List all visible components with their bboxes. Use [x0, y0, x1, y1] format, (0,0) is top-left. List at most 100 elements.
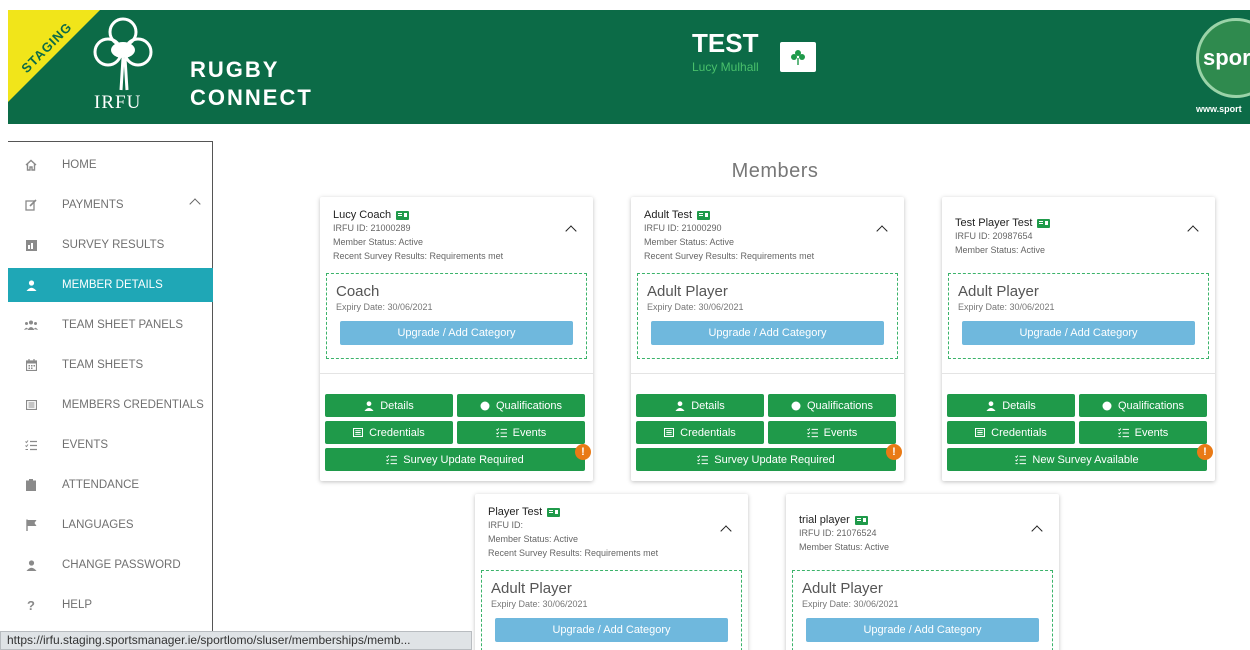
chevron-up-icon[interactable]: [1031, 525, 1043, 537]
app-name-line2: CONNECT: [190, 85, 313, 110]
app-header: STAGING IRFU RUGBY CONNECT TEST Lucy Mul…: [8, 10, 1250, 124]
list-icon: [975, 428, 986, 437]
member-name: Lucy Coach: [333, 209, 392, 221]
upgrade-category-button[interactable]: Upgrade / Add Category: [340, 321, 573, 345]
expiry-date: Expiry Date: 30/06/2021: [336, 302, 433, 312]
app-name: RUGBY CONNECT: [190, 56, 313, 112]
chevron-up-icon[interactable]: [1187, 225, 1199, 237]
sidebar-item-label: TEAM SHEETS: [62, 359, 144, 371]
category-box: Adult Player Expiry Date: 30/06/2021 Upg…: [948, 273, 1209, 359]
events-button[interactable]: Events: [768, 421, 896, 444]
member-name: Adult Test: [644, 209, 693, 221]
irfu-id: IRFU ID: 21000290: [644, 223, 722, 233]
category-box: Adult Player Expiry Date: 30/06/2021 Upg…: [637, 273, 898, 359]
shamrock-logo-icon[interactable]: [88, 14, 158, 92]
user-icon: [24, 559, 38, 571]
member-status: Member Status: Active: [488, 534, 579, 544]
member-status: Member Status: Active: [644, 237, 735, 247]
sportsmanager-logo[interactable]: sport: [1196, 18, 1250, 98]
member-card: Test Player Test IRFU ID: 20987654 Membe…: [942, 197, 1215, 481]
sidebar-item-label: HELP: [62, 599, 93, 611]
chart-icon: [24, 239, 38, 251]
sidebar-item-change-password[interactable]: CHANGE PASSWORD: [8, 548, 213, 582]
qualifications-button[interactable]: Qualifications: [457, 394, 585, 417]
id-card-icon[interactable]: [396, 210, 410, 220]
survey-button[interactable]: New Survey Available: [947, 448, 1207, 471]
events-label: Events: [823, 426, 858, 439]
sidebar-item-home[interactable]: HOME: [8, 148, 213, 182]
credentials-button[interactable]: Credentials: [636, 421, 764, 444]
alert-icon: !: [575, 444, 591, 460]
qualifications-label: Qualifications: [495, 399, 563, 412]
sidebar-item-survey-results[interactable]: SURVEY RESULTS: [8, 228, 213, 262]
member-name: Test Player Test: [955, 217, 1033, 229]
events-button[interactable]: Events: [1079, 421, 1207, 444]
id-card-icon[interactable]: [547, 507, 561, 517]
sidebar-item-label: HOME: [62, 159, 97, 171]
list-icon: [24, 400, 38, 410]
checklist-icon: [495, 427, 507, 438]
sidebar-item-label: PAYMENTS: [62, 199, 124, 211]
events-button[interactable]: Events: [457, 421, 585, 444]
upgrade-category-button[interactable]: Upgrade / Add Category: [962, 321, 1195, 345]
sidebar-item-team-sheets[interactable]: TEAM SHEETS: [8, 348, 213, 382]
details-label: Details: [691, 399, 725, 412]
credentials-button[interactable]: Credentials: [947, 421, 1075, 444]
upgrade-category-button[interactable]: Upgrade / Add Category: [806, 618, 1039, 642]
events-label: Events: [1134, 426, 1169, 439]
user-icon: [675, 400, 685, 411]
details-label: Details: [1002, 399, 1036, 412]
member-card: Adult Test IRFU ID: 21000290 Member Stat…: [631, 197, 904, 481]
sidebar-item-events[interactable]: EVENTS: [8, 428, 213, 462]
sidebar-item-label: CHANGE PASSWORD: [62, 559, 181, 571]
member-status: Member Status: Active: [799, 542, 890, 552]
member-name: Player Test: [488, 506, 543, 518]
sidebar-item-attendance[interactable]: ATTENDANCE: [8, 468, 213, 502]
chevron-up-icon[interactable]: [876, 225, 888, 237]
home-icon: [24, 159, 38, 171]
divider: [631, 373, 904, 374]
chevron-up-icon[interactable]: [189, 198, 201, 210]
qualifications-button[interactable]: Qualifications: [768, 394, 896, 417]
page-title: Members: [731, 160, 819, 182]
checklist-icon: [697, 454, 709, 465]
category-name: Adult Player: [647, 283, 728, 300]
divider: [320, 373, 593, 374]
id-card-icon[interactable]: [854, 515, 868, 525]
survey-button[interactable]: Survey Update Required: [325, 448, 585, 471]
list-icon: [664, 428, 675, 437]
sidebar-item-members-credentials[interactable]: MEMBERS CREDENTIALS: [8, 388, 213, 422]
qualifications-button[interactable]: Qualifications: [1079, 394, 1207, 417]
upgrade-category-button[interactable]: Upgrade / Add Category: [651, 321, 884, 345]
survey-results: Recent Survey Results: Requirements met: [488, 548, 659, 558]
chevron-up-icon[interactable]: [565, 225, 577, 237]
certificate-icon: [1102, 401, 1112, 411]
category-name: Coach: [336, 283, 380, 300]
details-button[interactable]: Details: [947, 394, 1075, 417]
details-button[interactable]: Details: [325, 394, 453, 417]
sport-url: www.sport: [1196, 104, 1242, 114]
id-card-icon[interactable]: [697, 210, 711, 220]
expiry-date: Expiry Date: 30/06/2021: [958, 302, 1055, 312]
credentials-button[interactable]: Credentials: [325, 421, 453, 444]
checklist-icon: [806, 427, 818, 438]
checklist-icon: [1015, 454, 1027, 465]
sidebar-item-team-sheet-panels[interactable]: TEAM SHEET PANELS: [8, 308, 213, 342]
category-box: Adult Player Expiry Date: 30/06/2021 Upg…: [481, 570, 742, 650]
user-icon: [364, 400, 374, 411]
sidebar-item-payments[interactable]: PAYMENTS: [8, 188, 213, 222]
sidebar-item-member-details[interactable]: MEMBER DETAILS: [8, 268, 213, 302]
chevron-up-icon[interactable]: [720, 525, 732, 537]
sidebar-item-help[interactable]: ? HELP: [8, 588, 213, 622]
sidebar-item-languages[interactable]: LANGUAGES: [8, 508, 213, 542]
sidebar-item-label: LANGUAGES: [62, 519, 134, 531]
credentials-label: Credentials: [680, 426, 736, 439]
details-button[interactable]: Details: [636, 394, 764, 417]
expiry-date: Expiry Date: 30/06/2021: [802, 599, 899, 609]
survey-button-label: Survey Update Required: [714, 453, 835, 466]
upgrade-category-button[interactable]: Upgrade / Add Category: [495, 618, 728, 642]
survey-button[interactable]: Survey Update Required: [636, 448, 896, 471]
irfu-id: IRFU ID: 21000289: [333, 223, 411, 233]
id-card-icon[interactable]: [1037, 218, 1051, 228]
qualifications-label: Qualifications: [1117, 399, 1185, 412]
